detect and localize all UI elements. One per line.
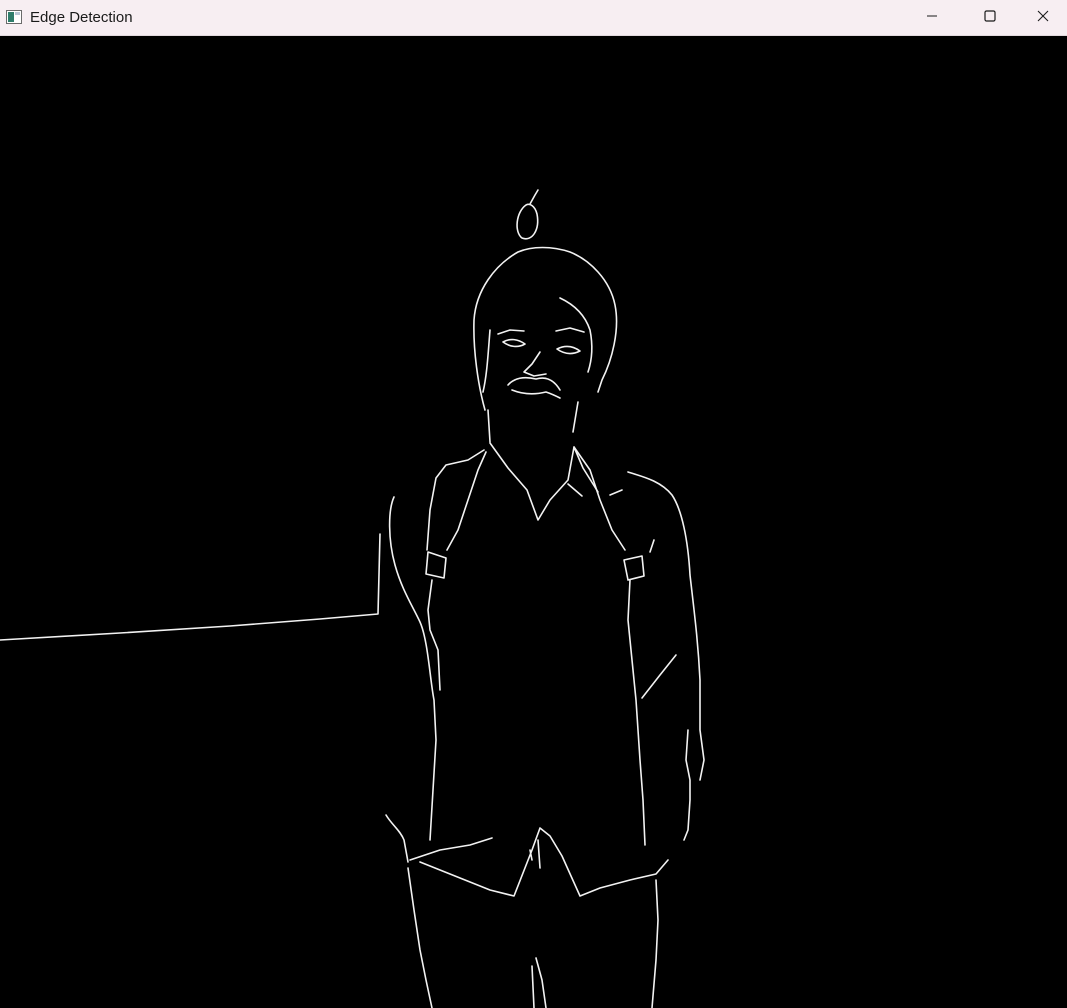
edge-table-outline — [0, 533, 381, 641]
edge-neck-left — [487, 409, 491, 443]
edge-hair-left — [482, 329, 491, 393]
edge-mouth — [511, 389, 561, 399]
maximize-button[interactable] — [961, 0, 1019, 36]
edge-right-pocket — [683, 729, 691, 841]
edge-left-strap-buckle — [425, 551, 447, 579]
edge-mustache — [507, 376, 561, 391]
edge-image-canvas — [0, 37, 1067, 1008]
edge-left-sleeve — [385, 814, 409, 863]
minimize-button[interactable] — [903, 0, 961, 36]
edge-hair-right — [559, 297, 593, 373]
edge-collar-inner — [567, 483, 583, 497]
edge-hair-bun — [516, 203, 539, 240]
close-button[interactable] — [1019, 0, 1067, 36]
edge-right-shoulder — [573, 446, 626, 551]
edge-left-eye — [502, 338, 526, 348]
window-title: Edge Detection — [30, 9, 133, 26]
edge-right-strap-lower — [627, 579, 646, 846]
edge-right-leg-outer — [651, 879, 659, 1008]
edge-collar — [489, 442, 599, 521]
edge-inseam-2 — [531, 965, 535, 1008]
edge-neck-right — [572, 401, 579, 433]
edge-right-sleeve-line — [641, 654, 677, 699]
edge-nose — [523, 351, 547, 377]
edge-right-eye — [556, 345, 581, 355]
edge-fly — [537, 839, 541, 869]
edge-left-strap — [446, 451, 487, 551]
edge-head-outline — [473, 246, 618, 411]
edge-right-eyebrow — [555, 327, 585, 333]
edge-shirt-hem-left — [409, 837, 493, 861]
edge-right-strap-buckle — [623, 555, 645, 581]
edge-right-strap-inner — [609, 489, 623, 496]
minimize-icon — [926, 9, 938, 27]
app-window-icon — [6, 10, 22, 24]
edge-image — [0, 189, 705, 1008]
title-bar[interactable]: Edge Detection — [0, 0, 1067, 36]
edge-left-leg-outer — [407, 867, 433, 1008]
edge-left-eyebrow — [497, 329, 525, 335]
maximize-icon — [984, 9, 996, 27]
close-icon — [1037, 9, 1049, 27]
edge-shirt-hem — [419, 827, 669, 897]
edge-right-strap-outer — [627, 471, 705, 781]
edge-right-strap-arc — [649, 539, 655, 553]
edge-left-arm-outer — [388, 496, 437, 841]
edge-hair-strand — [529, 189, 539, 205]
edge-inseam — [535, 957, 547, 1008]
